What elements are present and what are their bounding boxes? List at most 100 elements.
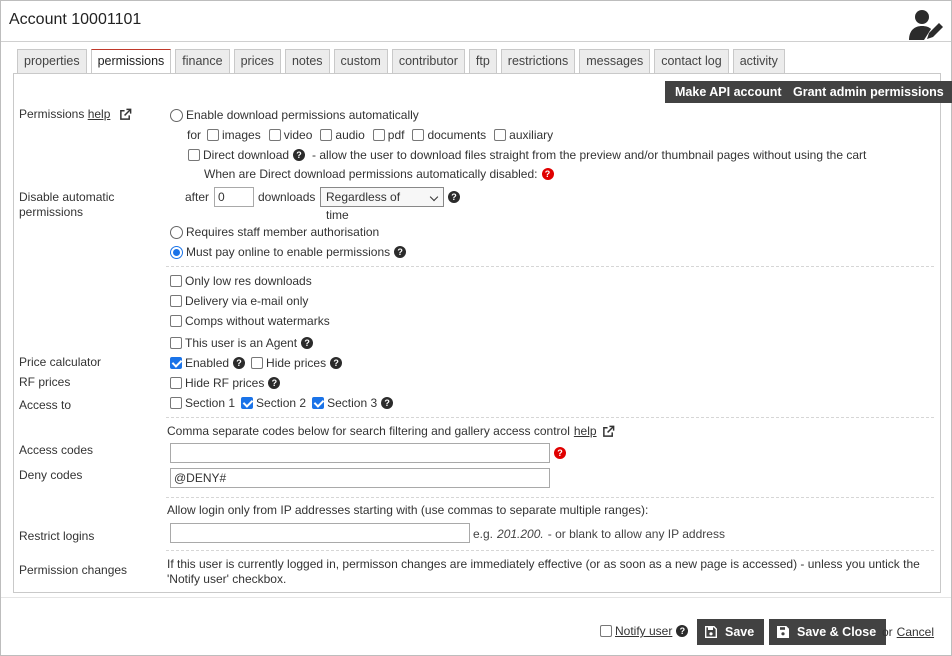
- direct-download-row: Direct download ? - allow the user to do…: [188, 148, 866, 162]
- tab-contributor[interactable]: contributor: [391, 49, 465, 74]
- restrict-logins-input[interactable]: [170, 523, 470, 543]
- hide-rf-prices-checkbox[interactable]: [170, 377, 182, 389]
- must-pay-row: Must pay online to enable permissions ?: [170, 245, 407, 259]
- tab-properties[interactable]: properties: [17, 49, 87, 74]
- cancel-row: or Cancel: [882, 625, 935, 639]
- help-icon[interactable]: ?: [676, 625, 689, 637]
- save-close-button[interactable]: Save & Close: [769, 619, 887, 645]
- tab-finance[interactable]: finance: [175, 49, 230, 74]
- help-icon[interactable]: ?: [268, 377, 281, 389]
- access-codes-label: Access codes: [19, 443, 94, 457]
- ip-intro-row: Allow login only from IP addresses start…: [167, 503, 649, 517]
- title-divider: [1, 41, 951, 42]
- help-icon[interactable]: ?: [448, 191, 460, 203]
- tab-restrictions[interactable]: restrictions: [500, 49, 576, 74]
- sections-row: Section 1 Section 2 Section 3 ?: [170, 396, 394, 410]
- email-only-row: Delivery via e-mail only: [170, 294, 308, 308]
- ip-hint: e.g. 201.200. - or blank to allow any IP…: [473, 527, 725, 541]
- section-1-checkbox[interactable]: [170, 397, 182, 409]
- help-icon[interactable]: ?: [293, 149, 306, 161]
- tab-messages[interactable]: messages: [579, 49, 651, 74]
- divider: [166, 266, 934, 267]
- low-res-row: Only low res downloads: [170, 274, 312, 288]
- access-codes-input[interactable]: [170, 443, 550, 463]
- external-link-icon[interactable]: [602, 425, 615, 438]
- help-icon[interactable]: ?: [301, 337, 314, 349]
- rf-prices-label: RF prices: [19, 375, 71, 389]
- audio-checkbox[interactable]: [320, 129, 333, 141]
- permissions-help-link[interactable]: help: [88, 107, 111, 121]
- deny-codes-input[interactable]: @DENY#: [170, 468, 550, 488]
- notify-user-checkbox[interactable]: [600, 625, 612, 637]
- permissions-label: Permissions help: [19, 107, 132, 121]
- downloads-text: downloads: [258, 190, 316, 204]
- dialog-title: Account 10001101: [9, 11, 142, 28]
- tab-prices[interactable]: prices: [233, 49, 281, 74]
- requires-staff-radio[interactable]: [170, 225, 183, 239]
- requires-staff-row: Requires staff member authorisation: [170, 225, 379, 239]
- restrict-logins-label: Restrict logins: [19, 529, 95, 543]
- make-api-account-button[interactable]: Make API account: [665, 81, 792, 103]
- tab-activity[interactable]: activity: [732, 49, 785, 74]
- auxiliary-checkbox[interactable]: [494, 129, 507, 141]
- grant-admin-permissions-button[interactable]: Grant admin permissions: [783, 81, 952, 103]
- floppy-disk-icon: [777, 626, 789, 638]
- tab-permissions[interactable]: permissions: [90, 49, 172, 75]
- images-checkbox[interactable]: [207, 129, 220, 141]
- video-checkbox[interactable]: [268, 129, 281, 141]
- download-types-row: for images video audio pdf documents aux…: [187, 128, 554, 142]
- price-calculator-label: Price calculator: [19, 355, 102, 369]
- footer-divider: [1, 597, 951, 598]
- notify-user-label[interactable]: Notify user: [615, 624, 672, 638]
- divider: [166, 417, 934, 418]
- email-only-checkbox[interactable]: [170, 295, 182, 307]
- direct-download-checkbox[interactable]: [188, 149, 200, 161]
- section-3-checkbox[interactable]: [312, 397, 325, 409]
- hide-prices-checkbox[interactable]: [251, 357, 264, 369]
- divider: [166, 497, 934, 498]
- account-dialog: Account 10001101 properties permissions …: [0, 0, 952, 656]
- comps-checkbox[interactable]: [170, 315, 182, 327]
- enable-auto-row: Enable download permissions automaticall…: [170, 108, 419, 122]
- tab-contact-log[interactable]: contact log: [654, 49, 729, 74]
- codes-intro-row: Comma separate codes below for search fi…: [167, 424, 615, 438]
- external-link-icon[interactable]: [119, 108, 132, 121]
- direct-disabled-row: When are Direct download permissions aut…: [204, 167, 554, 181]
- red-help-icon[interactable]: ?: [541, 168, 554, 180]
- save-button[interactable]: Save: [697, 619, 765, 645]
- section-2-checkbox[interactable]: [241, 397, 254, 409]
- permission-changes-label: Permission changes: [19, 563, 128, 577]
- access-to-label: Access to: [19, 398, 72, 412]
- agent-checkbox[interactable]: [170, 337, 182, 349]
- enable-auto-radio[interactable]: [170, 108, 183, 122]
- comps-row: Comps without watermarks: [170, 314, 330, 328]
- tab-bar: properties permissions finance prices no…: [17, 49, 789, 75]
- deny-codes-label: Deny codes: [19, 468, 83, 482]
- after-downloads-row: after: [185, 190, 210, 204]
- disable-auto-label: Disable automatic permissions: [19, 190, 115, 219]
- pdf-checkbox[interactable]: [372, 129, 385, 141]
- low-res-checkbox[interactable]: [170, 275, 182, 287]
- must-pay-radio[interactable]: [170, 245, 183, 259]
- notify-user-row: Notify user ?: [600, 624, 689, 638]
- tab-custom[interactable]: custom: [333, 49, 388, 74]
- help-icon[interactable]: ?: [330, 357, 343, 369]
- help-icon[interactable]: ?: [381, 397, 394, 409]
- user-edit-icon[interactable]: [908, 9, 944, 41]
- codes-help-link[interactable]: help: [574, 424, 597, 438]
- documents-checkbox[interactable]: [412, 129, 425, 141]
- after-downloads-input[interactable]: 0: [214, 187, 254, 207]
- price-calc-row: Enabled ? Hide prices ?: [170, 356, 343, 370]
- rf-prices-row: Hide RF prices ?: [170, 376, 281, 390]
- red-help-icon[interactable]: ?: [554, 447, 566, 459]
- tab-notes[interactable]: notes: [284, 49, 330, 74]
- help-icon[interactable]: ?: [394, 246, 407, 258]
- divider: [166, 550, 934, 551]
- time-select[interactable]: Regardless of time: [320, 187, 444, 222]
- help-icon[interactable]: ?: [233, 357, 246, 369]
- agent-row: This user is an Agent ?: [170, 336, 314, 350]
- price-calc-enabled-checkbox[interactable]: [170, 357, 182, 369]
- permission-changes-text: If this user is currently logged in, per…: [167, 557, 920, 586]
- cancel-link[interactable]: Cancel: [897, 625, 934, 639]
- tab-ftp[interactable]: ftp: [468, 49, 497, 74]
